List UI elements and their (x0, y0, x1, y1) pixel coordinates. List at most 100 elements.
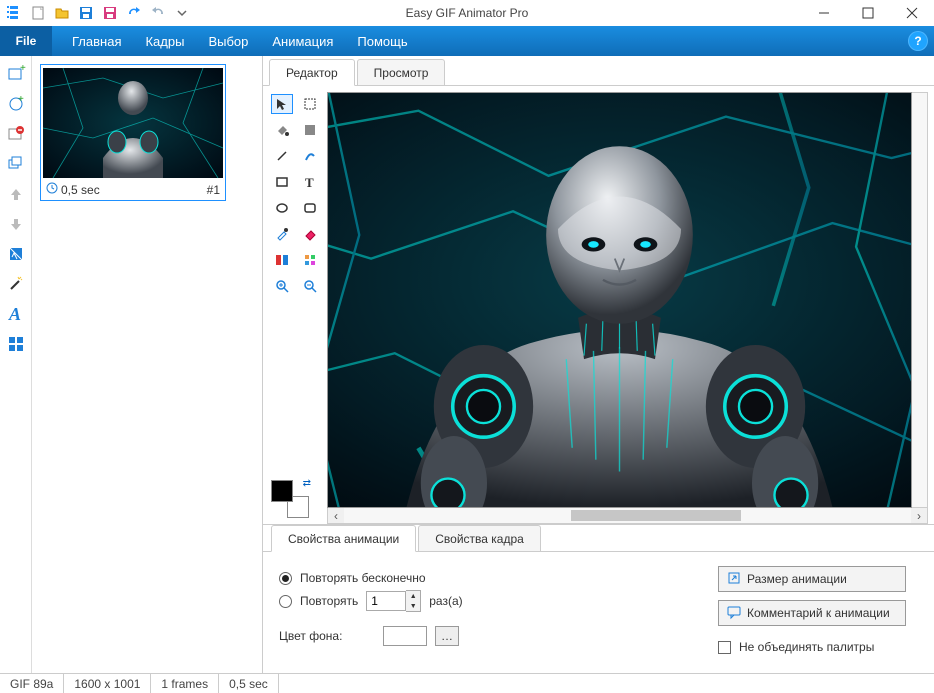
add-frame-icon[interactable]: + (4, 62, 28, 86)
move-up-icon[interactable] (4, 182, 28, 206)
status-duration: 0,5 sec (219, 674, 279, 693)
repeat-count-stepper[interactable]: ▲▼ (366, 590, 421, 612)
tab-main[interactable]: Главная (72, 34, 121, 49)
tab-editor[interactable]: Редактор (269, 59, 355, 86)
svg-text:+: + (20, 63, 26, 74)
delete-frame-icon[interactable] (4, 122, 28, 146)
line-tool[interactable] (271, 146, 293, 166)
file-menu[interactable]: File (0, 26, 52, 56)
scroll-right-icon[interactable]: › (911, 508, 927, 523)
eyedropper-tool[interactable] (271, 224, 293, 244)
swap-colors-icon[interactable]: ⇄ (303, 478, 311, 489)
qat-properties-icon[interactable] (4, 3, 24, 23)
effects-icon[interactable] (4, 242, 28, 266)
label-no-merge: Не объединять палитры (739, 640, 874, 654)
crop-tool[interactable] (271, 250, 293, 270)
open-icon[interactable] (52, 3, 72, 23)
move-down-icon[interactable] (4, 212, 28, 236)
status-format: GIF 89a (0, 674, 64, 693)
tab-help[interactable]: Помощь (357, 34, 407, 49)
tab-frame-props[interactable]: Свойства кадра (418, 525, 541, 551)
bg-color-picker-button[interactable]: … (435, 626, 459, 646)
animation-comment-button[interactable]: Комментарий к анимации (718, 600, 906, 626)
frame-thumbnail[interactable]: 0,5 sec #1 (40, 64, 226, 201)
comment-icon (727, 605, 741, 622)
resize-icon (727, 571, 741, 588)
ribbon: File Главная Кадры Выбор Анимация Помощь… (0, 26, 934, 56)
bg-color-well[interactable] (383, 626, 427, 646)
label-times: раз(а) (429, 594, 462, 608)
quick-access-toolbar (0, 3, 192, 23)
text-icon[interactable]: A (4, 302, 28, 326)
workspace: + + A (0, 56, 934, 673)
repeat-count-input[interactable] (366, 591, 406, 611)
clock-icon (46, 182, 58, 197)
fill-tool[interactable] (271, 120, 293, 140)
tab-animation[interactable]: Анимация (272, 34, 333, 49)
radio-repeat-n[interactable] (279, 595, 292, 608)
qat-dropdown-icon[interactable] (172, 3, 192, 23)
vertical-scrollbar[interactable] (912, 92, 928, 508)
checkbox-no-merge-palettes[interactable] (718, 641, 731, 654)
save-as-icon[interactable] (100, 3, 120, 23)
undo-icon[interactable] (124, 3, 144, 23)
draw-toolbox: T ⇄ (269, 92, 327, 524)
marquee-tool[interactable] (299, 94, 321, 114)
duplicate-frame-icon[interactable] (4, 152, 28, 176)
help-button[interactable]: ? (908, 31, 928, 51)
pointer-tool[interactable] (271, 94, 293, 114)
window-controls (802, 0, 934, 26)
grid-icon[interactable] (4, 332, 28, 356)
tab-anim-props[interactable]: Свойства анимации (271, 525, 416, 552)
foreground-color[interactable] (271, 480, 293, 502)
properties-panel: Повторять бесконечно Повторять ▲▼ раз(а)… (263, 552, 934, 673)
svg-text:T: T (305, 175, 314, 190)
spin-up[interactable]: ▲ (406, 591, 420, 601)
ribbon-tabs: Главная Кадры Выбор Анимация Помощь (52, 26, 408, 56)
editor-tabs: Редактор Просмотр (263, 56, 934, 86)
redo-icon[interactable] (148, 3, 168, 23)
status-dimensions: 1600 x 1001 (64, 674, 151, 693)
status-frames: 1 frames (151, 674, 219, 693)
maximize-button[interactable] (846, 0, 890, 26)
tab-frames[interactable]: Кадры (145, 34, 184, 49)
canvas[interactable] (327, 92, 912, 508)
resize-animation-button[interactable]: Размер анимации (718, 566, 906, 592)
left-toolbar: + + A (0, 56, 32, 673)
zoom-out-tool[interactable] (299, 276, 321, 296)
rect-tool[interactable] (271, 172, 293, 192)
new-icon[interactable] (28, 3, 48, 23)
minimize-button[interactable] (802, 0, 846, 26)
frames-panel: 0,5 sec #1 (32, 56, 262, 673)
svg-text:A: A (8, 304, 21, 324)
spin-down[interactable]: ▼ (406, 601, 420, 611)
frame-index: #1 (207, 183, 220, 197)
ellipse-tool[interactable] (271, 198, 293, 218)
insert-frame-icon[interactable]: + (4, 92, 28, 116)
frame-duration: 0,5 sec (61, 183, 100, 197)
palette-tool[interactable] (299, 250, 321, 270)
wizard-icon[interactable] (4, 272, 28, 296)
eraser-tool[interactable] (299, 224, 321, 244)
label-repeat-forever: Повторять бесконечно (300, 571, 426, 585)
rect-fill-tool[interactable] (299, 120, 321, 140)
scroll-thumb[interactable] (571, 510, 741, 521)
zoom-in-tool[interactable] (271, 276, 293, 296)
save-icon[interactable] (76, 3, 96, 23)
tab-select[interactable]: Выбор (208, 34, 248, 49)
brush-tool[interactable] (299, 146, 321, 166)
property-tabs: Свойства анимации Свойства кадра (263, 524, 934, 552)
scroll-left-icon[interactable]: ‹ (328, 508, 344, 523)
tab-preview[interactable]: Просмотр (357, 59, 446, 85)
svg-text:+: + (18, 94, 24, 105)
text-tool[interactable]: T (299, 172, 321, 192)
canvas-container: ‹ › (327, 92, 928, 524)
status-bar: GIF 89a 1600 x 1001 1 frames 0,5 sec (0, 673, 934, 693)
horizontal-scrollbar[interactable]: ‹ › (327, 508, 928, 524)
radio-repeat-forever[interactable] (279, 572, 292, 585)
color-swatches[interactable]: ⇄ (271, 480, 309, 518)
title-bar: Easy GIF Animator Pro (0, 0, 934, 26)
rounded-rect-tool[interactable] (299, 198, 321, 218)
close-button[interactable] (890, 0, 934, 26)
label-repeat: Повторять (300, 594, 358, 608)
